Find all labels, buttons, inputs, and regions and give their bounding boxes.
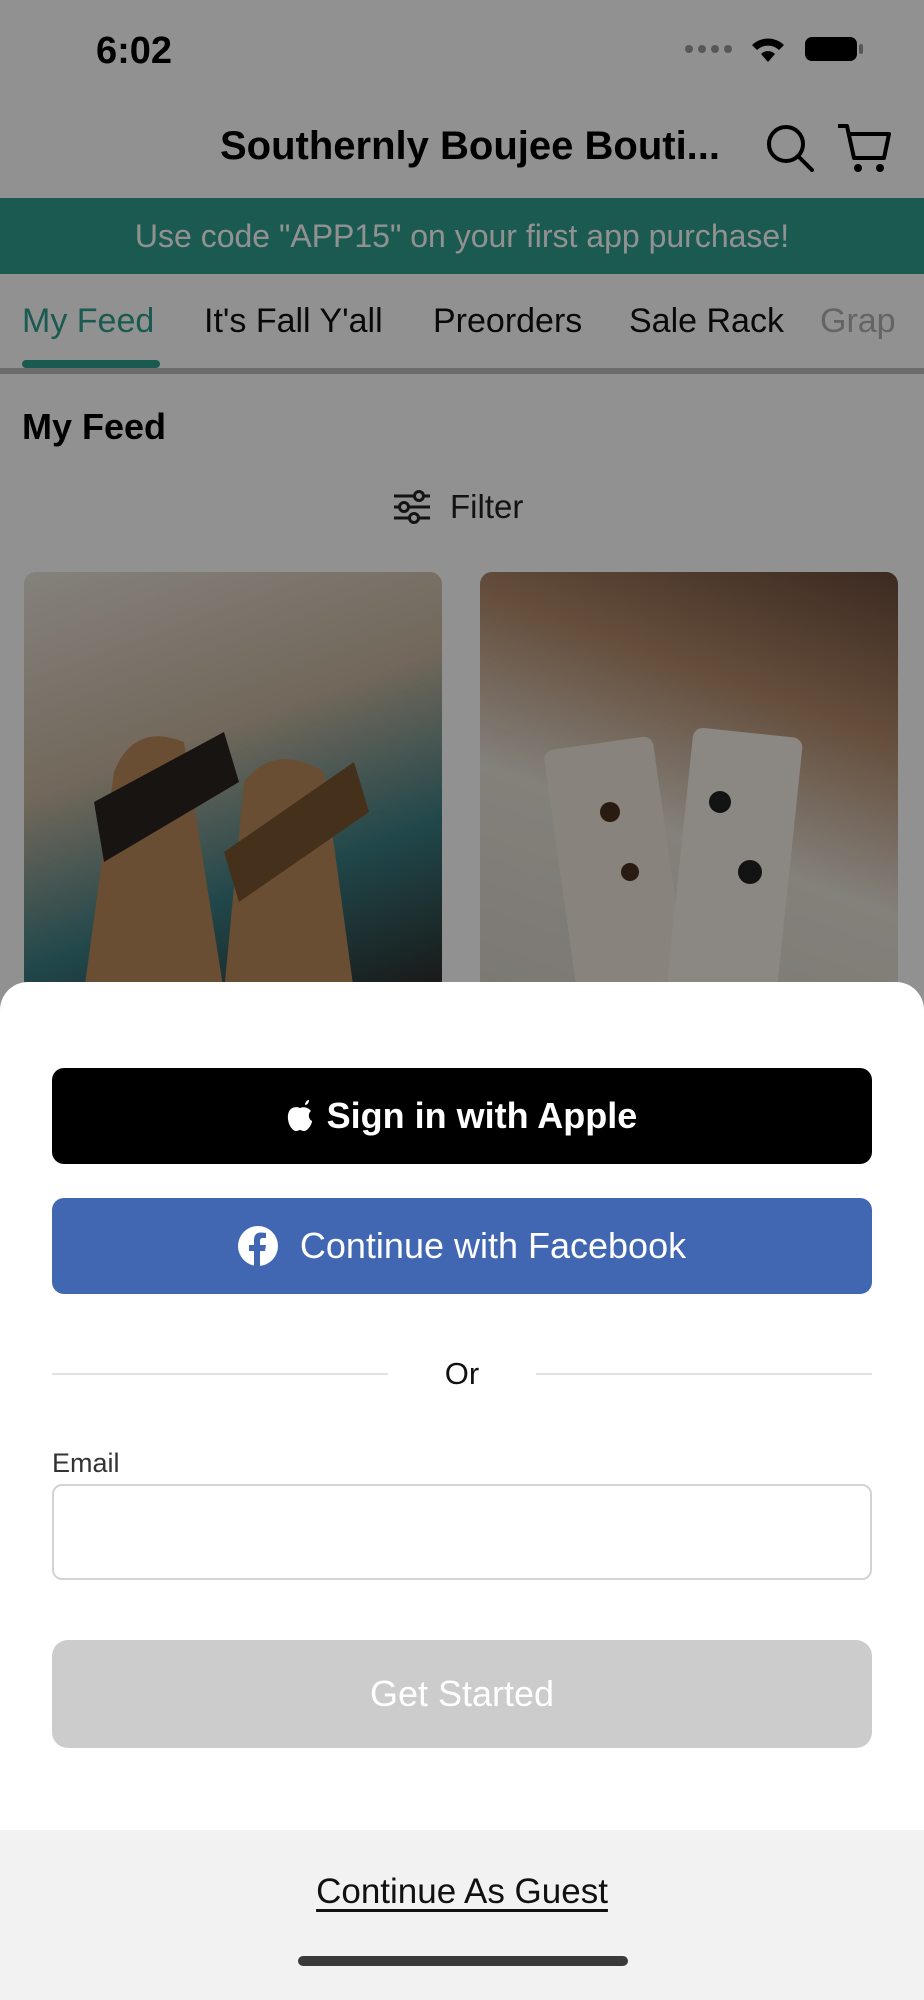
facebook-icon xyxy=(237,1226,278,1266)
sign-in-sheet: Sign in with Apple Continue with Faceboo… xyxy=(0,982,924,2000)
guest-footer: Continue As Guest xyxy=(0,1830,924,2000)
sign-in-with-apple-button[interactable]: Sign in with Apple xyxy=(52,1068,872,1164)
apple-button-label: Sign in with Apple xyxy=(326,1095,638,1136)
home-indicator[interactable] xyxy=(298,1956,628,1966)
facebook-button-label: Continue with Facebook xyxy=(299,1225,687,1266)
divider-right xyxy=(536,1373,872,1375)
get-started-label: Get Started xyxy=(369,1673,555,1714)
continue-as-guest-link[interactable]: Continue As Guest xyxy=(0,1872,924,1912)
continue-with-facebook-button[interactable]: Continue with Facebook xyxy=(52,1198,872,1294)
email-field[interactable] xyxy=(52,1484,872,1580)
apple-icon xyxy=(287,1100,312,1131)
get-started-button[interactable]: Get Started xyxy=(52,1640,872,1748)
email-label: Email xyxy=(52,1448,120,1478)
